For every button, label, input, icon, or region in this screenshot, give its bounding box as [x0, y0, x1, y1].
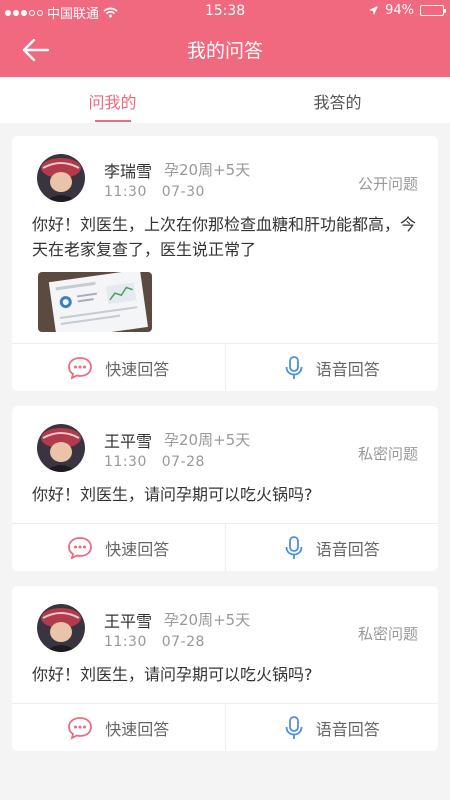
tab-answered[interactable]: 我答的 [225, 77, 450, 123]
quick-answer-label: 快速回答 [105, 539, 170, 559]
attachment-image[interactable] [38, 272, 152, 332]
user-name: 王平雪 [104, 612, 153, 631]
microphone-icon [285, 535, 303, 559]
avatar [37, 154, 85, 202]
voice-answer-button[interactable]: 语音回答 [224, 524, 439, 571]
microphone-icon [285, 355, 303, 379]
avatar [37, 604, 85, 652]
chat-bubble-icon [68, 716, 93, 740]
status-bar: 中国联通 15:38 94% [0, 0, 450, 22]
nav-bar: 我的问答 [0, 22, 450, 77]
question-datetime: 11:30 07-28 [104, 634, 205, 650]
question-content: 你好！刘医生，请问孕期可以吃火锅吗? [32, 665, 313, 684]
question-content: 你好！刘医生，请问孕期可以吃火锅吗? [32, 485, 313, 504]
question-card[interactable]: 王平雪 孕20周+5天 11:30 07-28 私密问题 你好！刘医生，请问孕期… [12, 406, 438, 571]
question-card[interactable]: 王平雪 孕20周+5天 11:30 07-28 私密问题 你好！刘医生，请问孕期… [12, 586, 438, 751]
tab-label: 我答的 [313, 93, 362, 112]
question-type: 私密问题 [357, 625, 418, 643]
question-card[interactable]: 李瑞雪 孕20周+5天 11:30 07-30 公开问题 你好！刘医生，上次在你… [12, 136, 438, 391]
user-name: 王平雪 [104, 432, 153, 451]
quick-answer-button[interactable]: 快速回答 [12, 344, 225, 391]
question-type: 私密问题 [357, 445, 418, 463]
avatar [37, 424, 85, 472]
pregnancy-week: 孕20周+5天 [164, 161, 251, 179]
question-content: 你好！刘医生，上次在你那检查血糖和肝功能都高，今天在老家复查了，医生说正常了 [32, 215, 417, 259]
tab-asked-me[interactable]: 问我的 [0, 77, 225, 123]
chat-bubble-icon [68, 356, 93, 380]
voice-answer-label: 语音回答 [315, 539, 380, 559]
question-datetime: 11:30 07-30 [104, 184, 205, 200]
voice-answer-button[interactable]: 语音回答 [224, 344, 439, 391]
quick-answer-label: 快速回答 [105, 719, 170, 739]
quick-answer-label: 快速回答 [105, 359, 170, 379]
microphone-icon [285, 715, 303, 739]
battery-percent: 94% [385, 3, 414, 18]
pregnancy-week: 孕20周+5天 [164, 431, 251, 449]
quick-answer-button[interactable]: 快速回答 [12, 524, 225, 571]
user-name: 李瑞雪 [104, 162, 153, 181]
question-type: 公开问题 [357, 175, 418, 193]
tab-active-indicator [94, 120, 131, 122]
tab-bar: 问我的 我答的 [0, 77, 450, 123]
page-title: 我的问答 [186, 40, 263, 62]
battery-icon [420, 5, 446, 16]
voice-answer-label: 语音回答 [315, 359, 380, 379]
chat-bubble-icon [68, 536, 93, 560]
quick-answer-button[interactable]: 快速回答 [12, 704, 225, 751]
location-icon [369, 6, 379, 15]
voice-answer-button[interactable]: 语音回答 [224, 704, 439, 751]
voice-answer-label: 语音回答 [315, 719, 380, 739]
pregnancy-week: 孕20周+5天 [164, 611, 251, 629]
tab-label: 问我的 [88, 93, 137, 112]
question-datetime: 11:30 07-28 [104, 454, 205, 470]
